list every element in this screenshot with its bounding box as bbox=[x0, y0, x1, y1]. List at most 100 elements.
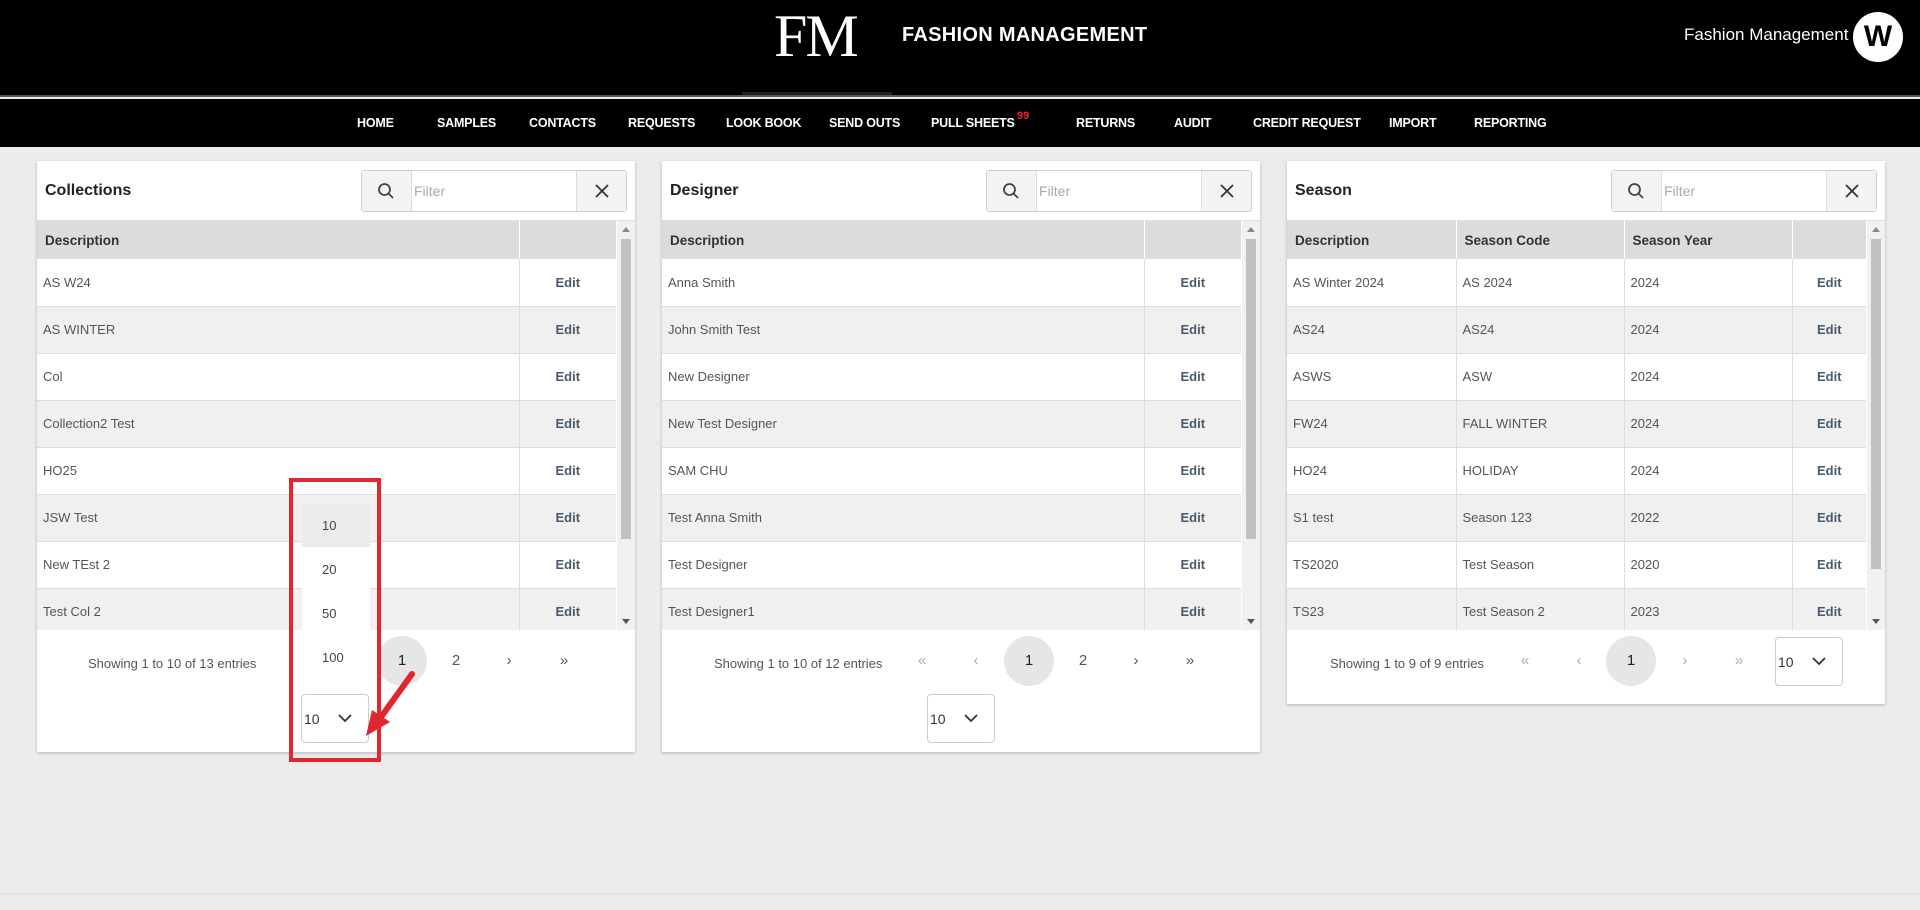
edit-link[interactable]: Edit bbox=[1792, 494, 1866, 542]
nav-pull-sheets[interactable]: PULL SHEETS bbox=[931, 116, 1015, 130]
edit-link[interactable]: Edit bbox=[1144, 494, 1241, 542]
edit-link[interactable]: Edit bbox=[519, 400, 616, 448]
edit-link[interactable]: Edit bbox=[519, 306, 616, 354]
page-button-1[interactable]: 1 bbox=[1004, 636, 1054, 686]
scroll-thumb[interactable] bbox=[1871, 239, 1881, 569]
nav-returns[interactable]: RETURNS bbox=[1076, 116, 1135, 130]
vertical-scrollbar[interactable] bbox=[1242, 221, 1260, 630]
scroll-up-icon[interactable] bbox=[622, 227, 630, 232]
designer-table-wrap: Description Anna Smith Edit John Smith Te… bbox=[662, 221, 1260, 630]
nav-reporting[interactable]: REPORTING bbox=[1474, 116, 1547, 130]
first-page-button[interactable]: « bbox=[1500, 636, 1550, 686]
edit-link[interactable]: Edit bbox=[1144, 400, 1241, 448]
edit-link[interactable]: Edit bbox=[1144, 541, 1241, 589]
cell-description: HO24 bbox=[1287, 447, 1457, 495]
first-page-button[interactable]: « bbox=[897, 636, 947, 686]
next-page-button[interactable]: › bbox=[484, 636, 534, 686]
filter-input[interactable] bbox=[412, 171, 578, 211]
vertical-scrollbar[interactable] bbox=[617, 221, 635, 630]
prev-page-button[interactable]: ‹ bbox=[1554, 636, 1604, 686]
table-row: AS WINTER Edit bbox=[37, 306, 616, 354]
avatar[interactable]: W bbox=[1853, 12, 1903, 62]
table-row: SAM CHU Edit bbox=[662, 447, 1241, 495]
last-page-button[interactable]: » bbox=[539, 636, 589, 686]
cell-description: TS23 bbox=[1287, 588, 1457, 630]
filter-input[interactable] bbox=[1662, 171, 1828, 211]
page-button-2[interactable]: 2 bbox=[431, 636, 481, 686]
edit-link[interactable]: Edit bbox=[1792, 259, 1866, 307]
cell-season-year: 2024 bbox=[1624, 306, 1793, 354]
edit-link[interactable]: Edit bbox=[1144, 588, 1241, 630]
search-box bbox=[1611, 170, 1877, 212]
column-header-description[interactable]: Description bbox=[662, 221, 1145, 259]
edit-link[interactable]: Edit bbox=[1144, 306, 1241, 354]
nav-audit[interactable]: AUDIT bbox=[1174, 116, 1211, 130]
edit-link[interactable]: Edit bbox=[519, 353, 616, 401]
scroll-up-icon[interactable] bbox=[1872, 227, 1880, 232]
clear-filter-button[interactable] bbox=[576, 171, 626, 211]
column-header-actions bbox=[1144, 221, 1242, 259]
nav-look-book[interactable]: LOOK BOOK bbox=[726, 116, 801, 130]
next-page-button[interactable]: › bbox=[1111, 636, 1161, 686]
nav-import[interactable]: IMPORT bbox=[1389, 116, 1437, 130]
column-header-description[interactable]: Description bbox=[1287, 221, 1457, 259]
scroll-down-icon[interactable] bbox=[1247, 619, 1255, 624]
vertical-scrollbar[interactable] bbox=[1867, 221, 1885, 630]
clear-filter-button[interactable] bbox=[1201, 171, 1251, 211]
edit-link[interactable]: Edit bbox=[519, 494, 616, 542]
user-name[interactable]: Fashion Management bbox=[1684, 25, 1848, 45]
cell-description: AS WINTER bbox=[37, 306, 520, 354]
edit-link[interactable]: Edit bbox=[1792, 400, 1866, 448]
edit-link[interactable]: Edit bbox=[519, 588, 616, 630]
scroll-down-icon[interactable] bbox=[1872, 619, 1880, 624]
last-page-button[interactable]: » bbox=[1714, 636, 1764, 686]
table-row: Test Designer Edit bbox=[662, 541, 1241, 589]
logo[interactable]: FM bbox=[774, 4, 859, 68]
edit-link[interactable]: Edit bbox=[1792, 447, 1866, 495]
search-button[interactable] bbox=[987, 171, 1037, 211]
edit-link[interactable]: Edit bbox=[1144, 447, 1241, 495]
search-button[interactable] bbox=[362, 171, 412, 211]
edit-link[interactable]: Edit bbox=[1144, 353, 1241, 401]
scroll-thumb[interactable] bbox=[1246, 239, 1256, 539]
edit-link[interactable]: Edit bbox=[1144, 259, 1241, 307]
column-header-actions bbox=[519, 221, 617, 259]
nav-contacts[interactable]: CONTACTS bbox=[529, 116, 596, 130]
last-page-button[interactable]: » bbox=[1165, 636, 1215, 686]
panel-title: Designer bbox=[670, 182, 739, 199]
clear-filter-button[interactable] bbox=[1826, 171, 1876, 211]
nav-send-outs[interactable]: SEND OUTS bbox=[829, 116, 900, 130]
scroll-down-icon[interactable] bbox=[622, 619, 630, 624]
edit-link[interactable]: Edit bbox=[519, 447, 616, 495]
edit-link[interactable]: Edit bbox=[1792, 541, 1866, 589]
edit-link[interactable]: Edit bbox=[519, 541, 616, 589]
column-header-season-year[interactable]: Season Year bbox=[1624, 221, 1793, 259]
page-button-2[interactable]: 2 bbox=[1058, 636, 1108, 686]
prev-page-button[interactable]: ‹ bbox=[951, 636, 1001, 686]
cell-season-code: AS24 bbox=[1456, 306, 1625, 354]
page-size-select[interactable]: 10 bbox=[927, 694, 995, 743]
nav-requests[interactable]: REQUESTS bbox=[628, 116, 695, 130]
next-page-button[interactable]: › bbox=[1660, 636, 1710, 686]
cell-description: ASWS bbox=[1287, 353, 1457, 401]
column-header-season-code[interactable]: Season Code bbox=[1456, 221, 1625, 259]
search-button[interactable] bbox=[1612, 171, 1662, 211]
table-row: FW24 FALL WINTER 2024 Edit bbox=[1287, 400, 1866, 448]
page-button-1[interactable]: 1 bbox=[1606, 636, 1656, 686]
edit-link[interactable]: Edit bbox=[1792, 588, 1866, 630]
cell-description: Collection2 Test bbox=[37, 400, 520, 448]
scroll-up-icon[interactable] bbox=[1247, 227, 1255, 232]
close-icon bbox=[1220, 184, 1234, 198]
scroll-thumb[interactable] bbox=[621, 239, 631, 539]
filter-input[interactable] bbox=[1037, 171, 1203, 211]
edit-link[interactable]: Edit bbox=[519, 259, 616, 307]
nav-samples[interactable]: SAMPLES bbox=[437, 116, 496, 130]
table-row: HO24 HOLIDAY 2024 Edit bbox=[1287, 447, 1866, 495]
page-size-select[interactable]: 10 bbox=[1775, 637, 1843, 686]
nav-credit-request[interactable]: CREDIT REQUEST bbox=[1253, 116, 1361, 130]
edit-link[interactable]: Edit bbox=[1792, 353, 1866, 401]
edit-link[interactable]: Edit bbox=[1792, 306, 1866, 354]
nav-home[interactable]: HOME bbox=[357, 116, 394, 130]
table-row: AS24 AS24 2024 Edit bbox=[1287, 306, 1866, 354]
column-header-description[interactable]: Description bbox=[37, 221, 520, 259]
